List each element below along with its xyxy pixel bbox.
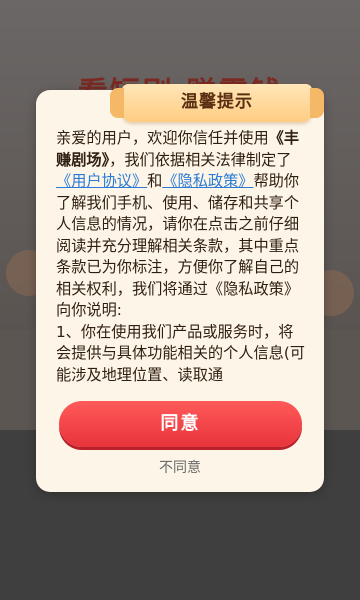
agree-button[interactable]: 同意 bbox=[59, 401, 302, 447]
body-intro: 亲爱的用户，欢迎你信任并使用 bbox=[56, 129, 269, 147]
body-text-2: ，我们依据相关法律制定了 bbox=[109, 150, 292, 169]
body-text-3: 和 bbox=[147, 172, 163, 190]
disagree-button[interactable]: 不同意 bbox=[130, 457, 230, 477]
user-agreement-link[interactable]: 《用户协议》 bbox=[56, 172, 147, 190]
privacy-policy-link[interactable]: 《隐私政策》 bbox=[162, 172, 253, 190]
dialog-body-text: 亲爱的用户，欢迎你信任并使用《丰赚剧场》，我们依据相关法律制定了《用户协议》和《… bbox=[56, 128, 306, 386]
body-text-4: 帮助你了解我们手机、使用、储存和共享个人信息的情况，请你在点击之前仔细阅读并充分… bbox=[56, 172, 299, 319]
dialog-title: 温馨提示 bbox=[110, 84, 324, 122]
body-text-5: 1、你在使用我们产品或服务时，将会提供与具体功能相关的个人信息(可 能涉及地理位… bbox=[56, 322, 305, 384]
